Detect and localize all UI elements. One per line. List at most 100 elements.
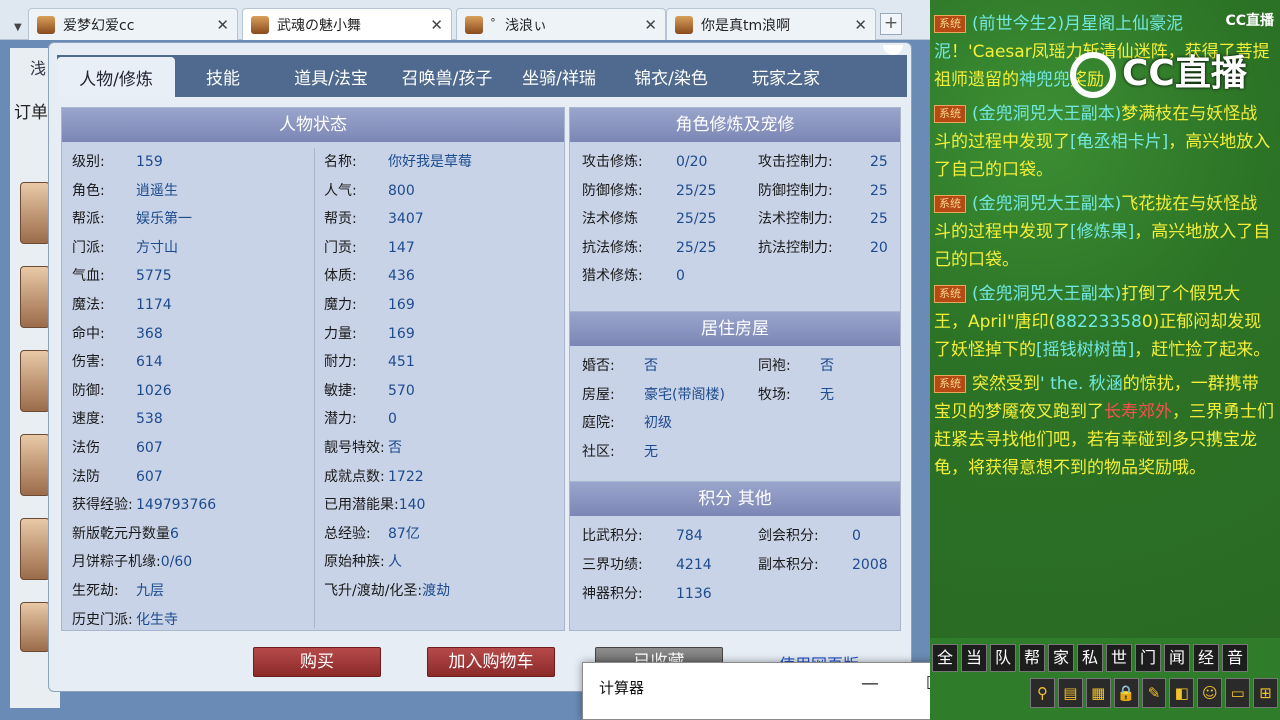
tab-summons[interactable]: 召唤兽/孩子 [391,55,503,97]
browser-tab-2[interactable]: 武魂の魅小舞 ✕ [242,8,452,41]
stat-row: 房屋: 豪宅(带阁楼) [582,384,725,404]
tab-close-icon[interactable]: ✕ [430,16,443,34]
stat-row: 力量: 169 [324,323,415,343]
chat-tool-icon[interactable]: ✎ [1141,678,1167,708]
tab-favicon-icon [251,16,269,34]
chat-tool-icon[interactable]: ☺ [1197,678,1223,708]
buy-button[interactable]: 购买 [253,647,381,677]
tab-mounts[interactable]: 坐骑/祥瑞 [503,55,615,97]
chat-message-area[interactable]: 系统 (前世今生2)月星阁上仙豪泥泥！'Caesar凤瑶力斩清仙迷阵，获得了菩提祖… [930,0,1280,638]
tab-items[interactable]: 道具/法宝 [271,55,391,97]
stat-label: 婚否: [582,358,615,374]
chat-tool-icon[interactable]: 🔒 [1113,678,1139,708]
chat-tool-icon[interactable]: ▭ [1225,678,1251,708]
chat-tool-icon[interactable]: ⊞ [1253,678,1279,708]
stat-label: 飞升/渡劫/化圣: [324,583,423,599]
add-to-cart-button[interactable]: 加入购物车 [427,647,555,677]
avatar[interactable] [20,350,50,412]
stat-label: 级别: [72,154,105,170]
chat-channel-button[interactable]: 门 [1135,644,1161,672]
avatar[interactable] [20,518,50,580]
stat-value: 20 [870,239,888,256]
avatar[interactable] [20,182,50,244]
chat-message-text: (金兜洞兕大王副本) [972,194,1122,214]
stat-value: 149793766 [136,497,217,514]
chat-tool-icon[interactable]: ⚲ [1030,678,1055,708]
stat-row: 飞升/渡劫/化圣:渡劫 [324,580,450,600]
stat-row: 门派: 方寸山 [72,237,178,257]
stat-label: 比武积分: [582,528,643,544]
stat-row: 防御控制力: 25 [758,180,888,200]
browser-tab-4[interactable]: 你是真tm浪啊 ✕ [666,8,876,40]
browser-tab-1[interactable]: 爱梦幻爱cc ✕ [28,8,238,40]
stat-row: 成就点数: 1722 [324,466,424,486]
new-tab-button[interactable]: + [880,13,902,35]
stat-row: 潜力: 0 [324,408,397,428]
chat-tool-icon[interactable]: ▤ [1057,678,1083,708]
stat-value: 140 [398,497,426,514]
minimize-icon[interactable]: — [855,673,885,694]
stat-row: 速度: 538 [72,408,163,428]
chat-message-text: [修炼果] [1070,222,1135,242]
stat-label: 法术修炼 [582,211,638,228]
system-tag-badge: 系统 [934,195,966,213]
stat-row: 月饼粽子机缘:0/60 [72,551,192,571]
chat-tool-icon[interactable]: ◧ [1169,678,1195,708]
tab-favicon-icon [465,15,483,34]
chat-channel-button[interactable]: 私 [1077,644,1103,672]
stat-value: 2008 [852,557,888,573]
stat-row: 帮派: 娱乐第一 [72,208,192,228]
stat-label: 帮贡: [324,211,357,228]
system-tag-badge: 系统 [934,105,966,123]
stat-row: 法伤 607 [72,437,163,457]
tab-close-icon[interactable]: ✕ [854,16,867,34]
stat-value: 25 [870,154,888,170]
cc-watermark-text: CC直播 [1122,53,1247,94]
chat-channel-button[interactable]: 队 [990,644,1016,672]
stat-label: 抗法控制力: [758,239,833,256]
browser-tab-3[interactable]: ゜浅浪ぃ ✕ [456,8,666,40]
tab-close-icon[interactable]: ✕ [216,16,229,34]
chat-channel-button[interactable]: 当 [961,644,987,672]
stat-label: 伤害: [72,354,105,371]
cultivation-panel-title: 角色修炼及宠修 [570,108,900,142]
chat-message-text: [龟丞相卡片] [1070,132,1169,152]
stat-value: 607 [136,440,163,456]
tab-skills[interactable]: 技能 [175,55,271,97]
chat-channel-button[interactable]: 闻 [1164,644,1190,672]
chat-panel: 系统 (前世今生2)月星阁上仙豪泥泥！'Caesar凤瑶力斩清仙迷阵，获得了菩提祖… [930,0,1280,720]
cc-live-logo: CC直播 [1225,13,1274,29]
stat-row: 体质: 436 [324,265,415,285]
stat-label: 名称: [324,154,357,170]
chat-channel-button[interactable]: 全 [932,644,958,672]
stat-label: 抗法修炼: [582,239,643,256]
chat-channel-button[interactable]: 经 [1193,644,1219,672]
chat-channel-button[interactable]: 音 [1222,644,1248,672]
system-tag-badge: 系统 [934,15,966,33]
stat-label: 庭院: [582,415,615,432]
browser-tab-title: 武魂の魅小舞 [277,18,361,34]
tab-character[interactable]: 人物/修炼 [57,57,175,97]
stat-row: 敏捷: 570 [324,380,415,400]
cultivation-panel: 角色修炼及宠修 攻击修炼: 0/20 防御修炼: 25/25 法术修炼 25/25 抗法修炼… [569,107,901,313]
chat-message: 系统 (金兜洞兕大王副本)打倒了个假兕大王，April"唐印(882233580)… [934,280,1274,364]
stat-row: 新版乾元丹数量6 [72,523,179,543]
tab-player-home[interactable]: 玩家之家 [727,55,845,97]
chat-message-text: 梦满枝 [1121,104,1173,124]
tab-close-icon[interactable]: ✕ [644,16,657,34]
stat-value: 1026 [136,382,172,399]
stat-row: 社区: 无 [582,441,658,461]
avatar[interactable] [20,434,50,496]
chat-channel-button[interactable]: 帮 [1019,644,1045,672]
avatar[interactable] [20,602,50,652]
stat-label: 命中: [72,325,105,342]
chat-channel-button[interactable]: 世 [1106,644,1132,672]
avatar[interactable] [20,266,50,328]
stat-label: 体质: [324,268,357,285]
stat-value: 6 [170,525,179,542]
tab-list-dropdown-icon[interactable]: ▼ [14,22,22,33]
tab-outfits[interactable]: 锦衣/染色 [615,55,727,97]
chat-tool-icon[interactable]: ▦ [1085,678,1111,708]
chat-channel-button[interactable]: 家 [1048,644,1074,672]
chat-message-text: ，赶忙捡了起来。 [1134,340,1271,360]
